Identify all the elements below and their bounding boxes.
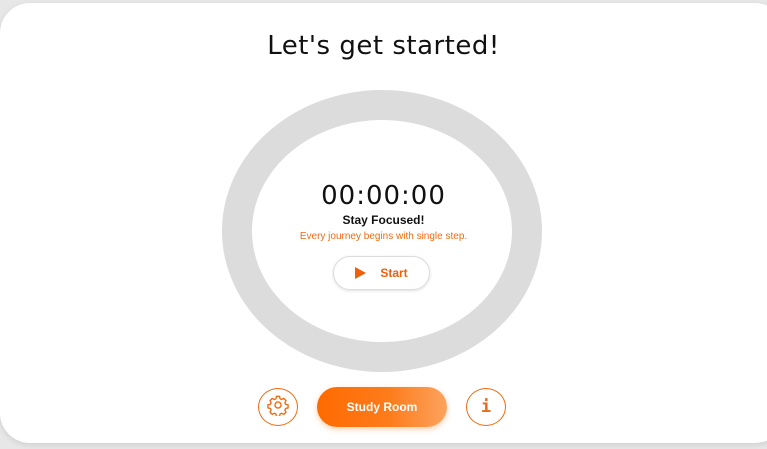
focus-status-text: Stay Focused! xyxy=(342,213,425,227)
gear-icon xyxy=(267,394,289,420)
timer-display: 00:00:00 xyxy=(321,181,446,211)
study-room-button[interactable]: Study Room xyxy=(317,387,447,427)
settings-button[interactable] xyxy=(258,388,298,426)
page-title: Let's get started! xyxy=(267,31,500,61)
start-button[interactable]: Start xyxy=(333,256,430,290)
motivational-tagline: Every journey begins with single step. xyxy=(299,231,468,242)
info-icon: i xyxy=(480,396,492,417)
study-room-label: Study Room xyxy=(346,400,418,414)
play-icon xyxy=(355,267,367,279)
info-button[interactable]: i xyxy=(466,388,506,426)
start-button-label: Start xyxy=(380,266,408,280)
